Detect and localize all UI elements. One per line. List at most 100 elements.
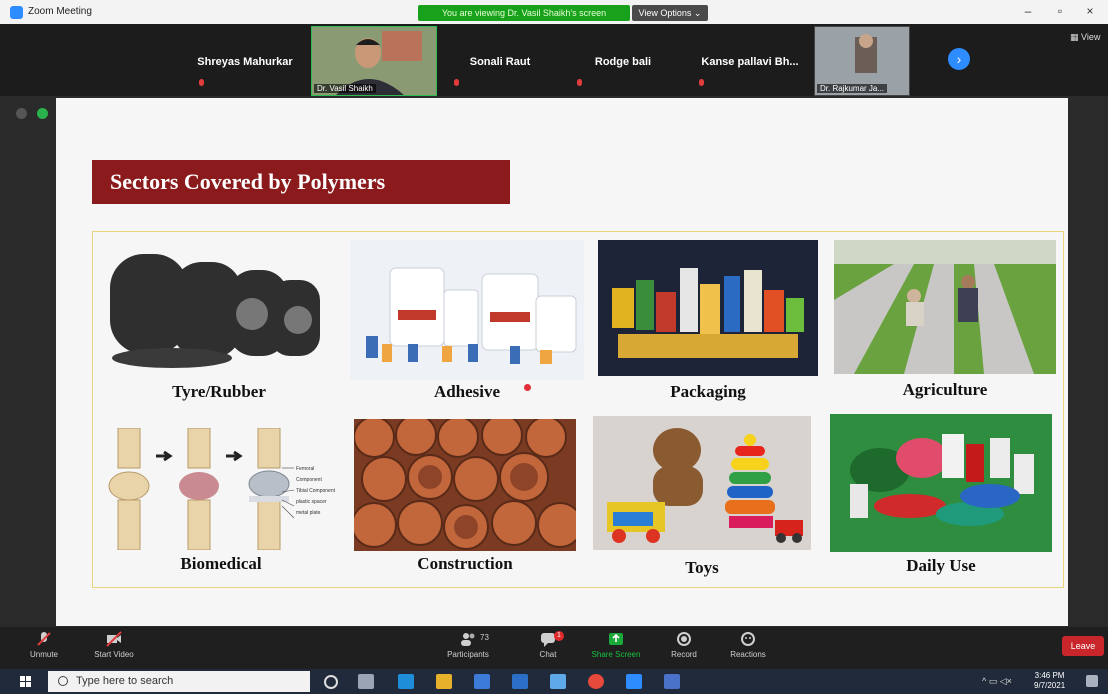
search-placeholder: Type here to search — [76, 675, 174, 687]
teams-icon[interactable] — [550, 674, 566, 689]
sector-label: Agriculture — [902, 380, 988, 399]
maximize-button[interactable]: ▫ — [1050, 4, 1070, 18]
sector-biomedical: Femoral Component Tibial Component plast… — [106, 428, 336, 578]
store-icon[interactable] — [474, 674, 490, 689]
share-screen-button[interactable]: Share Screen — [586, 631, 646, 659]
sector-label: Packaging — [670, 382, 746, 401]
microphone-muted-icon — [37, 632, 51, 646]
search-icon — [58, 676, 68, 686]
participant-strip: Shreyas Mahurkar Dr. Vasil Shaikh Sonali… — [0, 24, 1108, 96]
participant-name: Rodge bali — [594, 56, 652, 68]
slide-title: Sectors Covered by Polymers — [92, 160, 510, 204]
participant-tile[interactable]: Rodge bali — [568, 26, 678, 92]
annotation-label: Tibial Component — [296, 488, 336, 494]
plastic-toys-photo-icon — [593, 416, 811, 550]
knee-implant-illustration-icon: Femoral Component Tibial Component plast… — [106, 428, 336, 550]
record-icon — [677, 632, 691, 646]
windows-taskbar: Type here to search ^ ▭ ◁× 3:46 PM 9/7/2… — [0, 669, 1108, 694]
sector-construction: Construction — [354, 419, 576, 579]
participants-icon — [461, 633, 475, 646]
control-label: Participants — [447, 650, 489, 659]
knee-annotations: Femoral Component Tibial Component plast… — [296, 464, 336, 519]
packaged-goods-photo-icon — [598, 240, 818, 376]
sector-label: Toys — [685, 558, 719, 577]
notifications-icon[interactable] — [1086, 675, 1098, 687]
mulch-field-photo-icon — [834, 240, 1056, 374]
view-layout-button[interactable]: ▦ View — [1070, 32, 1100, 43]
meeting-controls-bar: Unmute Start Video Participants 73 Chat … — [0, 627, 1108, 669]
viewing-screen-banner: You are viewing Dr. Vasil Shaikh's scree… — [418, 5, 630, 21]
annotation-label: metal plate — [296, 510, 321, 516]
participant-name: Sonali Raut — [469, 56, 531, 68]
participants-button[interactable]: Participants 73 — [438, 631, 498, 659]
chat-unread-badge: 1 — [554, 631, 564, 641]
pipes-photo-icon — [354, 419, 576, 551]
participant-video-tile[interactable]: Dr. Vasil Shaikh — [311, 26, 437, 96]
clock-date: 9/7/2021 — [1034, 681, 1066, 690]
unmute-button[interactable]: Unmute — [14, 631, 74, 659]
start-video-button[interactable]: Start Video — [84, 631, 144, 659]
info-icon[interactable] — [16, 108, 27, 119]
chat-button[interactable]: Chat 1 — [518, 631, 578, 659]
taskbar-clock[interactable]: 3:46 PM 9/7/2021 — [1034, 671, 1065, 691]
participant-count: 73 — [480, 633, 489, 642]
mic-muted-icon — [698, 79, 705, 88]
sector-packaging: Packaging — [598, 240, 818, 408]
mic-muted-icon — [576, 79, 583, 88]
window-title: Zoom Meeting — [28, 6, 92, 17]
mail-icon[interactable] — [512, 674, 528, 689]
leave-button[interactable]: Leave — [1062, 636, 1104, 656]
clock-time: 3:46 PM — [1034, 671, 1065, 680]
sector-adhesive: Adhesive — [350, 240, 584, 408]
sector-tyre-rubber: Tyre/Rubber — [102, 240, 336, 408]
close-button[interactable]: × — [1080, 4, 1100, 18]
control-label: Reactions — [730, 650, 766, 659]
mic-muted-icon — [453, 79, 460, 88]
security-shield-icon[interactable] — [37, 108, 49, 119]
video-name-label: Dr. Vasil Shaikh — [314, 84, 376, 93]
control-label: Record — [671, 650, 697, 659]
view-options-button[interactable]: View Options ⌄ — [632, 5, 708, 21]
window-titlebar: Zoom Meeting You are viewing Dr. Vasil S… — [0, 0, 1108, 25]
participant-name: Kanse pallavi Bh... — [701, 56, 799, 68]
task-view-icon[interactable] — [358, 674, 374, 689]
sector-label: Biomedical — [180, 554, 262, 573]
participant-video-tile[interactable]: Dr. Rajkumar Ja... — [814, 26, 910, 96]
zoom-app-icon — [10, 6, 23, 19]
control-label: Start Video — [94, 650, 134, 659]
sector-label: Tyre/Rubber — [172, 382, 266, 401]
zoom-taskbar-icon[interactable] — [626, 674, 642, 689]
file-explorer-icon[interactable] — [436, 674, 452, 689]
cortana-icon[interactable] — [324, 675, 338, 689]
edge-browser-icon[interactable] — [398, 674, 414, 689]
annotation-label: plastic spacer — [296, 499, 327, 505]
control-label: Chat — [539, 650, 557, 659]
record-button[interactable]: Record — [654, 631, 714, 659]
tyres-photo-icon — [102, 240, 336, 372]
taskbar-search-box[interactable]: Type here to search — [48, 671, 310, 692]
video-name-label: Dr. Rajkumar Ja... — [817, 84, 888, 93]
system-tray-icons[interactable]: ^ ▭ ◁× — [982, 676, 1012, 687]
photos-icon[interactable] — [664, 674, 680, 689]
mic-muted-icon — [198, 79, 205, 88]
annotation-label: Femoral Component — [296, 466, 322, 483]
participant-name: Shreyas Mahurkar — [197, 56, 293, 68]
shared-slide: Sectors Covered by Polymers Tyre/Rubber — [56, 98, 1068, 626]
minimize-button[interactable]: – — [1018, 4, 1038, 18]
disposable-tableware-photo-icon — [830, 414, 1052, 552]
participant-tile[interactable]: Sonali Raut — [445, 26, 555, 92]
participant-tile[interactable]: Shreyas Mahurkar — [190, 26, 300, 92]
chrome-icon[interactable] — [588, 674, 604, 689]
video-camera-off-icon — [106, 631, 122, 647]
control-label: Unmute — [29, 650, 58, 659]
next-page-arrow-icon[interactable]: › — [948, 48, 970, 70]
control-label: Share Screen — [591, 650, 641, 659]
sector-label: Adhesive — [433, 382, 501, 401]
adhesive-containers-photo-icon — [350, 240, 584, 380]
sector-daily-use: Daily Use — [830, 414, 1052, 582]
windows-start-icon[interactable] — [20, 676, 32, 688]
participant-tile[interactable]: Kanse pallavi Bh... — [690, 26, 810, 92]
reactions-button[interactable]: Reactions — [718, 631, 778, 659]
pointer-dot-icon — [524, 384, 531, 391]
sector-label: Construction — [417, 554, 513, 573]
